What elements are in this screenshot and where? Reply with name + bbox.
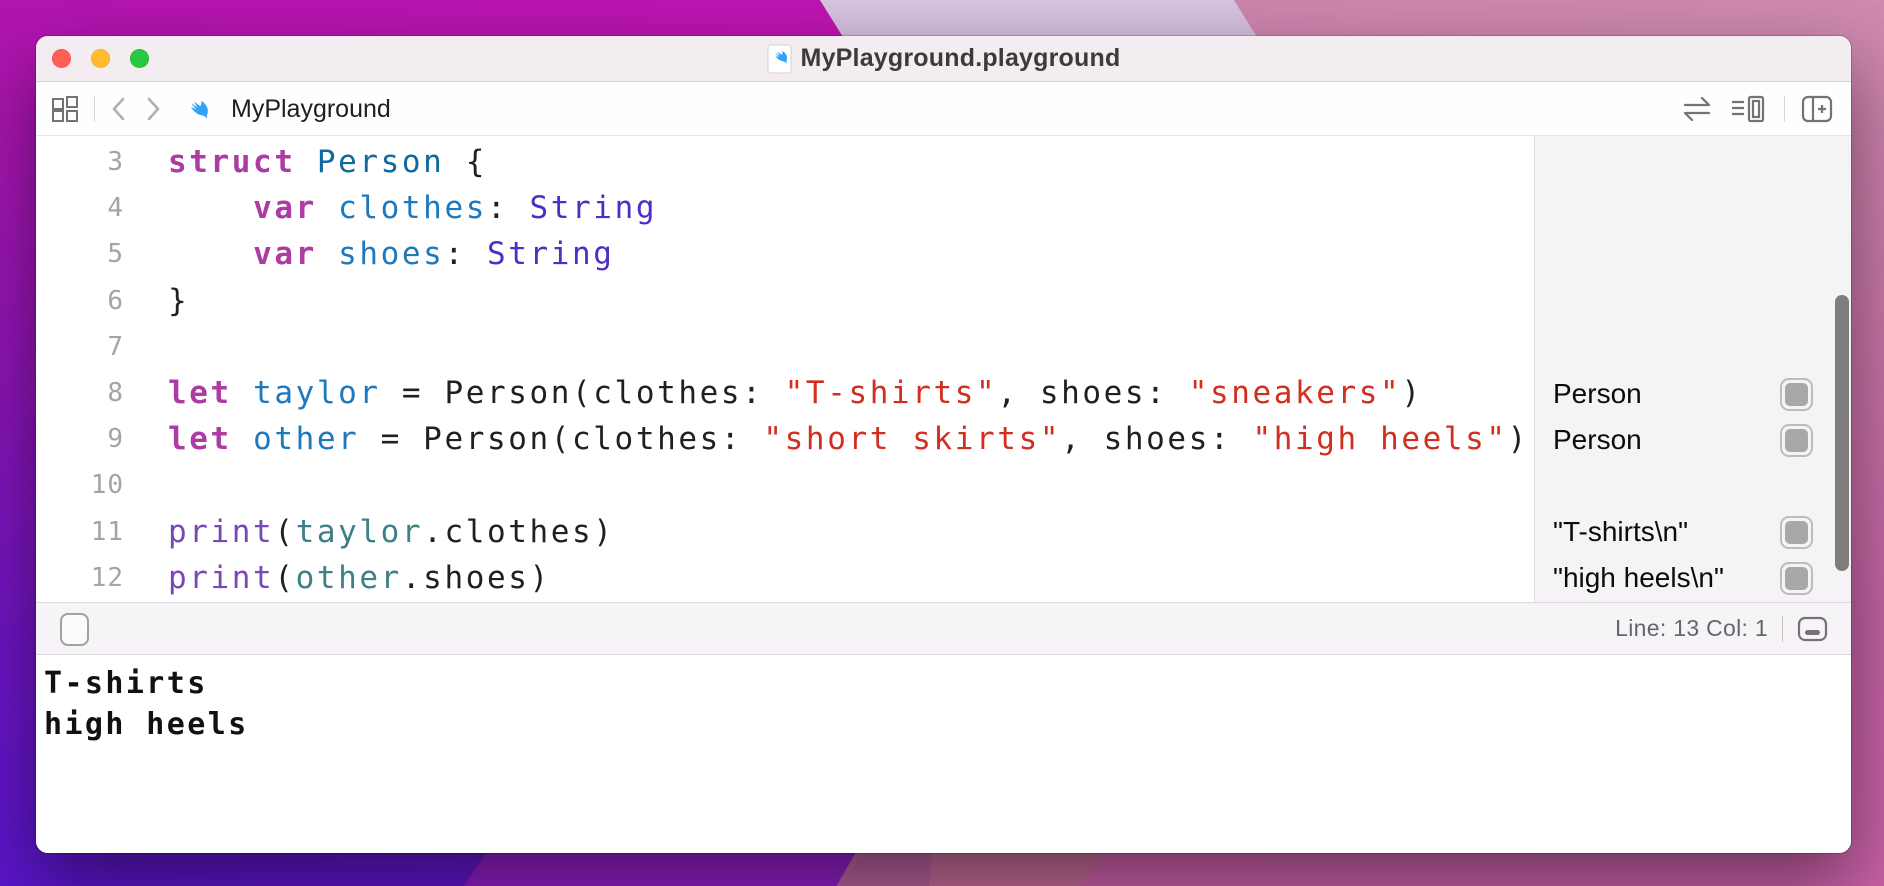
code-line[interactable]: 6} [36,278,1534,324]
result-value: "high heels\n" [1553,562,1724,593]
code-line[interactable]: 9 let other = Person(clothes: "short skir… [36,416,1534,462]
editor-options-icon[interactable] [1730,94,1768,124]
code-line[interactable]: 7 [36,324,1534,370]
zoom-button[interactable] [130,48,149,68]
line-number: 6 [107,285,124,316]
playground-file-icon [767,44,792,74]
editor-grid-icon[interactable] [50,94,80,124]
console-output[interactable]: T-shirts high heels [36,655,1851,853]
code-line[interactable]: 3 struct Person { [36,139,1534,185]
result-row: "T-shirts\n" [1535,515,1851,549]
code-text: } [168,282,190,319]
results-sidebar: Person Person "T-shirts\n" "high heels\n" [1534,136,1851,602]
toolbar: MyPlayground [36,83,1851,136]
window-title: MyPlayground.playground [800,44,1121,72]
line-number: 12 [90,562,124,593]
code-line[interactable]: 10 [36,462,1534,508]
swift-icon [183,95,211,123]
xcode-playground-window: MyPlayground.playground MyPlayground 3 s… [36,36,1851,853]
line-number: 7 [107,331,124,362]
toolbar-left: MyPlayground [36,94,391,124]
titlebar: MyPlayground.playground [36,36,1851,82]
editor-scrollbar[interactable] [1835,295,1849,571]
code-editor: 3 struct Person {4 var clothes: String 5 v… [36,136,1851,602]
result-value: "T-shirts\n" [1553,516,1689,547]
result-row: "high heels\n" [1535,561,1851,595]
code-text: struct Person { [168,144,487,181]
result-row: Person [1535,377,1851,411]
show-result-button[interactable] [1780,515,1813,549]
code-line[interactable]: 8 let taylor = Person(clothes: "T-shirts"… [36,370,1534,416]
code-text: let other = Person(clothes: "short skirt… [168,421,1529,458]
add-editor-icon[interactable] [1801,95,1833,123]
show-result-button[interactable] [1780,561,1813,595]
console-line: high heels [44,707,249,742]
toolbar-divider [94,96,95,122]
code-line[interactable]: 5 var shoes: String [36,231,1534,277]
line-number: 11 [90,516,124,547]
run-control-toggle[interactable] [60,613,89,646]
code-text: var shoes: String [253,236,615,273]
hide-debug-area-icon[interactable] [1797,616,1828,642]
code-line[interactable]: 4 var clothes: String [36,185,1534,231]
result-value: Person [1553,424,1642,455]
line-number: 8 [107,378,124,409]
toolbar-divider-right [1784,96,1785,122]
line-number: 4 [107,193,124,224]
toolbar-right [1680,94,1851,124]
window-title-group: MyPlayground.playground [767,44,1121,74]
code-text: print(taylor.clothes) [168,513,615,550]
close-button[interactable] [52,48,71,68]
code-text: let taylor = Person(clothes: "T-shirts",… [168,375,1423,412]
minimize-button[interactable] [91,48,110,68]
debug-bar-divider [1782,615,1783,642]
debug-bar: Line: 13 Col: 1 [36,602,1851,655]
forward-icon[interactable] [143,95,163,123]
line-number: 10 [90,470,124,501]
result-row: Person [1535,423,1851,457]
code-text: var clothes: String [253,190,658,227]
swap-arrows-icon[interactable] [1680,94,1714,124]
code-area[interactable]: 3 struct Person {4 var clothes: String 5 v… [36,136,1534,602]
line-number: 3 [107,147,124,178]
show-result-button[interactable] [1780,423,1813,457]
breadcrumb[interactable]: MyPlayground [231,95,391,124]
back-icon[interactable] [109,95,129,123]
code-line[interactable]: 12 print(other.shoes) [36,555,1534,601]
line-number: 5 [107,239,124,270]
result-value: Person [1553,378,1642,409]
code-line[interactable]: 11 print(taylor.clothes) [36,509,1534,555]
code-text: print(other.shoes) [168,559,551,596]
console-line: T-shirts [44,666,208,701]
show-result-button[interactable] [1780,377,1813,411]
debug-bar-right: Line: 13 Col: 1 [1615,615,1851,642]
line-number: 9 [107,424,124,455]
cursor-position: Line: 13 Col: 1 [1615,615,1768,641]
